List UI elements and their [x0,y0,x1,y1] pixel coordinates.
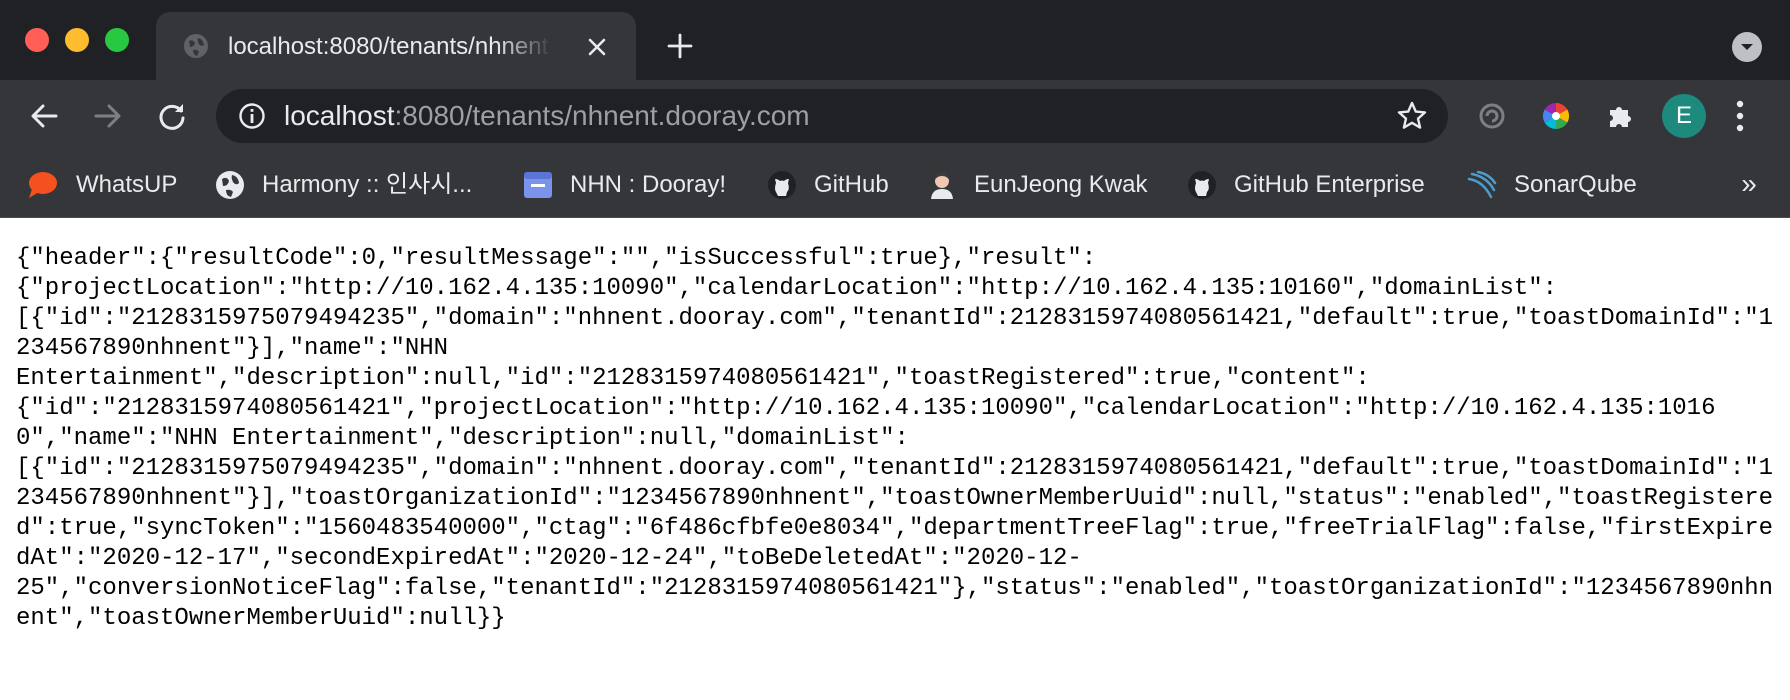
url-path: :8080/tenants/nhnent.dooray.com [394,100,810,131]
extensions-puzzle-icon[interactable] [1604,100,1636,132]
globe-icon [216,171,244,199]
bookmark-star-icon[interactable] [1396,100,1428,132]
sync-extension-icon[interactable] [1476,100,1508,132]
dooray-icon [524,172,552,198]
reload-icon[interactable] [156,100,188,132]
maximize-window-button[interactable] [105,28,129,52]
bookmark-label: EunJeong Kwak [974,171,1148,198]
bookmark-label: Harmony :: 인사시... [262,171,473,198]
active-tab[interactable]: localhost:8080/tenants/nhnent.dooray.com [156,12,636,80]
globe-icon [184,34,208,58]
chevron-down-icon [1741,44,1753,50]
json-response-text: {"header":{"resultCode":0,"resultMessage… [16,245,1774,632]
url-host: localhost [284,100,395,131]
new-tab-icon[interactable] [666,32,694,60]
close-tab-icon[interactable] [586,36,608,58]
user-avatar-icon [931,172,953,199]
bookmark-label: WhatsUP [76,171,178,198]
github-icon [1188,171,1216,199]
color-picker-extension-icon[interactable] [1540,100,1572,132]
more-options-icon[interactable] [1734,98,1746,134]
browser-toolbar: localhost:8080/tenants/nhnent.dooray.com… [0,80,1790,152]
site-info-icon[interactable] [238,102,266,130]
bookmark-label: GitHub Enterprise [1234,171,1425,198]
page-content: {"header":{"resultCode":0,"resultMessage… [0,219,1790,700]
tab-title-fade [496,30,552,64]
back-arrow-icon[interactable] [28,100,60,132]
tab-strip: localhost:8080/tenants/nhnent.dooray.com [0,0,1790,80]
bookmark-label: NHN : Dooray! [570,171,727,198]
bookmarks-bar: WhatsUP Harmony :: 인사시... NHN : Dooray! … [0,152,1790,218]
whatsup-icon [29,172,57,198]
address-bar[interactable]: localhost:8080/tenants/nhnent.dooray.com [216,89,1448,143]
url-text[interactable]: localhost:8080/tenants/nhnent.dooray.com [284,100,810,132]
profile-avatar[interactable]: E [1662,94,1706,138]
close-window-button[interactable] [25,28,49,52]
sonarqube-icon [1467,170,1497,199]
tab-search-button[interactable] [1732,32,1762,62]
bookmark-label: SonarQube [1514,171,1637,198]
bookmark-label: GitHub [814,171,889,198]
forward-arrow-icon[interactable] [92,100,124,132]
github-icon [768,171,796,199]
minimize-window-button[interactable] [65,28,89,52]
more-bookmarks-button[interactable]: » [1734,168,1764,200]
